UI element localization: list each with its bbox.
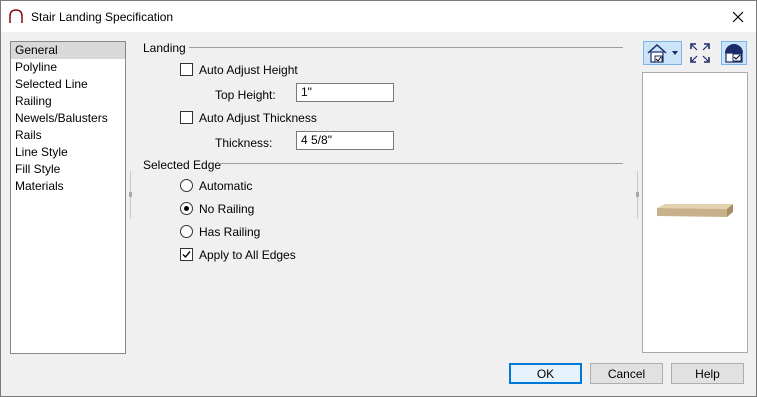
radio-selected-dot xyxy=(184,206,189,211)
top-height-label: Top Height: xyxy=(215,88,276,102)
checkmark-icon xyxy=(182,251,191,259)
right-splitter[interactable] xyxy=(636,171,639,219)
close-icon xyxy=(732,11,744,22)
left-splitter[interactable] xyxy=(129,171,132,219)
thickness-input[interactable]: 4 5/8" xyxy=(296,131,394,150)
ok-button[interactable]: OK xyxy=(509,363,582,384)
sidebar-item-fill-style[interactable]: Fill Style xyxy=(11,161,125,178)
sidebar-item-materials[interactable]: Materials xyxy=(11,178,125,195)
auto-adjust-thickness-label: Auto Adjust Thickness xyxy=(199,111,317,125)
preview-panel[interactable] xyxy=(642,72,748,353)
title-bar[interactable]: Stair Landing Specification xyxy=(1,1,756,32)
show-camera-icon xyxy=(725,44,743,63)
category-list[interactable]: General Polyline Selected Line Railing N… xyxy=(10,41,126,354)
thickness-label: Thickness: xyxy=(215,136,273,150)
selected-edge-group-header: Selected Edge xyxy=(143,158,222,172)
selected-edge-group-divider xyxy=(219,163,623,164)
apply-all-edges-checkbox[interactable] xyxy=(180,248,193,261)
automatic-radio-label: Automatic xyxy=(199,179,253,193)
apply-all-edges-label: Apply to All Edges xyxy=(199,248,296,262)
fill-window-button[interactable] xyxy=(688,41,712,65)
landing-group-divider xyxy=(189,47,623,48)
close-button[interactable] xyxy=(720,1,756,32)
sidebar-item-newels-balusters[interactable]: Newels/Balusters xyxy=(11,110,125,127)
sidebar-item-general[interactable]: General xyxy=(11,42,125,59)
auto-adjust-height-label: Auto Adjust Height xyxy=(199,63,298,77)
house-view-dropdown-icon xyxy=(647,43,678,63)
sidebar-item-selected-line[interactable]: Selected Line xyxy=(11,76,125,93)
has-railing-radio-label: Has Railing xyxy=(199,225,261,239)
sidebar-item-line-style[interactable]: Line Style xyxy=(11,144,125,161)
auto-adjust-height-checkbox[interactable] xyxy=(180,63,193,76)
sidebar-item-rails[interactable]: Rails xyxy=(11,127,125,144)
window-title: Stair Landing Specification xyxy=(31,10,174,24)
no-railing-radio-label: No Railing xyxy=(199,202,255,216)
show-camera-button[interactable] xyxy=(721,41,747,65)
cancel-button[interactable]: Cancel xyxy=(590,363,663,384)
help-button[interactable]: Help xyxy=(671,363,744,384)
camera-view-dropdown-button[interactable] xyxy=(643,41,682,65)
landing-preview-image xyxy=(657,204,733,217)
has-railing-radio[interactable] xyxy=(180,225,193,238)
stair-arch-icon xyxy=(9,9,23,23)
no-railing-radio[interactable] xyxy=(180,202,193,215)
top-height-input[interactable]: 1" xyxy=(296,83,394,102)
fill-window-icon xyxy=(690,43,710,63)
auto-adjust-thickness-checkbox[interactable] xyxy=(180,111,193,124)
dialog-window: Stair Landing Specification General Poly… xyxy=(0,0,757,397)
landing-group-header: Landing xyxy=(143,41,186,55)
sidebar-item-railing[interactable]: Railing xyxy=(11,93,125,110)
automatic-radio[interactable] xyxy=(180,179,193,192)
sidebar-item-polyline[interactable]: Polyline xyxy=(11,59,125,76)
